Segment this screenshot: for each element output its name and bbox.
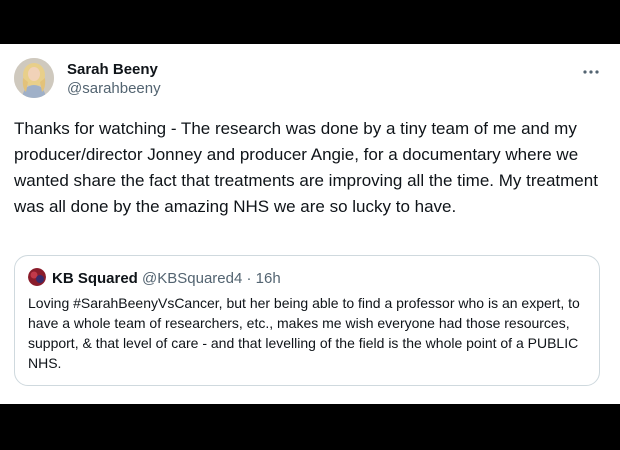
author-display-name[interactable]: Sarah Beeny — [67, 61, 161, 79]
tweet-card: Sarah Beeny @sarahbeeny Thanks for watch… — [0, 44, 620, 404]
quote-handle[interactable]: @KBSquared4 — [142, 270, 242, 287]
quote-display-name[interactable]: KB Squared — [52, 270, 138, 287]
quote-avatar[interactable] — [28, 268, 46, 286]
quote-header: KB Squared @KBSquared4 · 16h — [28, 268, 281, 288]
quote-separator: · — [246, 270, 252, 287]
tweet-text: Thanks for watching - The research was d… — [14, 119, 598, 216]
author-names: Sarah Beeny @sarahbeeny — [67, 61, 161, 98]
profile-photo — [14, 58, 54, 98]
more-horizontal-icon[interactable] — [582, 64, 600, 74]
author-handle[interactable]: @sarahbeeny — [67, 79, 161, 98]
tweet-header: Sarah Beeny @sarahbeeny — [14, 58, 606, 102]
quote-text: Loving #SarahBeenyVsCancer, but her bein… — [28, 295, 580, 371]
quote-timestamp[interactable]: 16h — [256, 270, 281, 287]
avatar[interactable] — [14, 58, 54, 98]
quoted-tweet[interactable]: KB Squared @KBSquared4 · 16h Loving #Sar… — [14, 255, 600, 386]
